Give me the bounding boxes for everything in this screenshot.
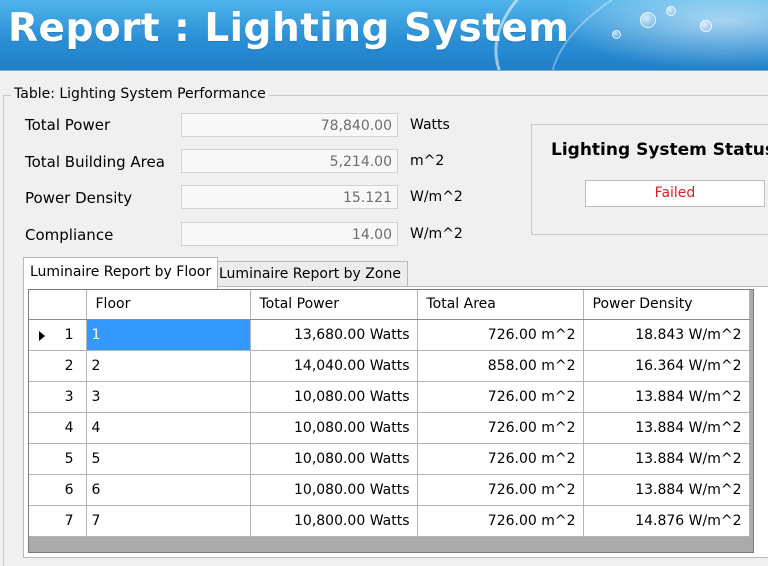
banner-bubble — [640, 12, 656, 28]
cell-total-power[interactable]: 10,080.00 Watts — [250, 412, 418, 444]
column-header-floor[interactable]: Floor — [86, 290, 251, 320]
column-header-total-power[interactable]: Total Power — [250, 290, 418, 320]
table-row[interactable]: 1 1 13,680.00 Watts 726.00 m^2 18.843 W/… — [29, 319, 750, 351]
banner-bubble — [666, 6, 676, 16]
column-header-total-area[interactable]: Total Area — [417, 290, 584, 320]
total-power-field[interactable]: 78,840.00 — [181, 113, 398, 137]
table-row[interactable]: 2 2 14,040.00 Watts 858.00 m^2 16.364 W/… — [29, 350, 750, 382]
cell-total-area[interactable]: 726.00 m^2 — [417, 412, 584, 444]
row-number: 1 — [64, 326, 74, 343]
cell-total-power[interactable]: 10,080.00 Watts — [250, 381, 418, 413]
cell-total-area[interactable]: 726.00 m^2 — [417, 443, 584, 475]
row-header-corner — [29, 290, 87, 320]
total-power-label: Total Power — [25, 116, 111, 134]
table-row[interactable]: 5 5 10,080.00 Watts 726.00 m^2 13.884 W/… — [29, 443, 750, 475]
cell-total-power[interactable]: 14,040.00 Watts — [250, 350, 418, 382]
status-title: Lighting System Status — [551, 140, 768, 160]
total-power-unit: Watts — [410, 117, 450, 133]
power-density-label: Power Density — [25, 189, 133, 207]
tab-report-by-floor[interactable]: Luminaire Report by Floor — [23, 257, 219, 289]
cell-total-power[interactable]: 10,800.00 Watts — [250, 505, 418, 537]
groupbox-legend: Table: Lighting System Performance — [11, 86, 269, 102]
compliance-label: Compliance — [25, 226, 114, 244]
cell-floor[interactable]: 4 — [86, 412, 251, 444]
table-header-row: Floor Total Power Total Area Power Densi… — [29, 290, 750, 320]
row-header[interactable]: 6 — [29, 474, 87, 506]
current-row-arrow-icon — [39, 330, 45, 341]
row-header[interactable]: 5 — [29, 443, 87, 475]
row-header[interactable]: 7 — [29, 505, 87, 537]
tab-report-by-zone[interactable]: Luminaire Report by Zone — [212, 261, 408, 287]
banner-bubble — [612, 30, 621, 39]
cell-power-density[interactable]: 13.884 W/m^2 — [583, 412, 750, 444]
cell-total-power[interactable]: 13,680.00 Watts — [250, 319, 418, 351]
floor-data-grid[interactable]: Floor Total Power Total Area Power Densi… — [28, 289, 754, 553]
column-header-power-density[interactable]: Power Density — [583, 290, 750, 320]
power-density-unit: W/m^2 — [410, 189, 463, 205]
cell-floor[interactable]: 3 — [86, 381, 251, 413]
table-row[interactable]: 4 4 10,080.00 Watts 726.00 m^2 13.884 W/… — [29, 412, 750, 444]
row-header[interactable]: 3 — [29, 381, 87, 413]
total-building-area-field[interactable]: 5,214.00 — [181, 149, 398, 173]
cell-total-area[interactable]: 726.00 m^2 — [417, 505, 584, 537]
table-row[interactable]: 7 7 10,800.00 Watts 726.00 m^2 14.876 W/… — [29, 505, 750, 537]
cell-total-area[interactable]: 726.00 m^2 — [417, 381, 584, 413]
report-header-banner: Report : Lighting System — [0, 0, 768, 71]
compliance-unit: W/m^2 — [410, 226, 463, 242]
cell-power-density[interactable]: 18.843 W/m^2 — [583, 319, 750, 351]
cell-power-density[interactable]: 16.364 W/m^2 — [583, 350, 750, 382]
row-header[interactable]: 4 — [29, 412, 87, 444]
cell-total-area[interactable]: 726.00 m^2 — [417, 474, 584, 506]
cell-floor[interactable]: 5 — [86, 443, 251, 475]
power-density-field[interactable]: 15.121 — [181, 185, 398, 209]
cell-total-area[interactable]: 858.00 m^2 — [417, 350, 584, 382]
cell-total-power[interactable]: 10,080.00 Watts — [250, 474, 418, 506]
cell-floor[interactable]: 2 — [86, 350, 251, 382]
row-header[interactable]: 1 — [29, 319, 87, 351]
row-header[interactable]: 2 — [29, 350, 87, 382]
cell-total-area[interactable]: 726.00 m^2 — [417, 319, 584, 351]
total-building-area-label: Total Building Area — [25, 153, 165, 171]
status-value-field[interactable]: Failed — [585, 180, 765, 207]
total-building-area-unit: m^2 — [410, 153, 445, 169]
cell-floor[interactable]: 7 — [86, 505, 251, 537]
compliance-field[interactable]: 14.00 — [181, 222, 398, 246]
banner-bubble — [700, 20, 712, 32]
cell-power-density[interactable]: 13.884 W/m^2 — [583, 381, 750, 413]
cell-power-density[interactable]: 13.884 W/m^2 — [583, 474, 750, 506]
cell-power-density[interactable]: 14.876 W/m^2 — [583, 505, 750, 537]
cell-total-power[interactable]: 10,080.00 Watts — [250, 443, 418, 475]
cell-floor[interactable]: 1 — [86, 319, 251, 351]
report-title: Report : Lighting System — [8, 6, 570, 51]
table-row[interactable]: 3 3 10,080.00 Watts 726.00 m^2 13.884 W/… — [29, 381, 750, 413]
cell-floor[interactable]: 6 — [86, 474, 251, 506]
table-row[interactable]: 6 6 10,080.00 Watts 726.00 m^2 13.884 W/… — [29, 474, 750, 506]
floor-table: Floor Total Power Total Area Power Densi… — [29, 290, 750, 537]
cell-power-density[interactable]: 13.884 W/m^2 — [583, 443, 750, 475]
